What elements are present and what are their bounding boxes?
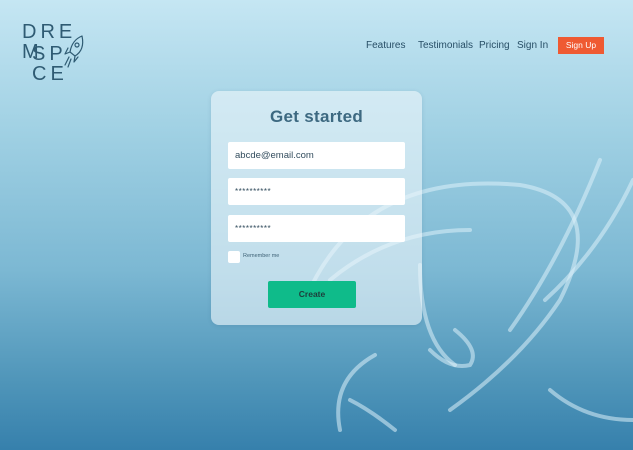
- nav-link-pricing[interactable]: Pricing: [479, 40, 510, 51]
- confirm-password-field[interactable]: [228, 215, 405, 242]
- sign-up-button[interactable]: Sign Up: [558, 37, 604, 54]
- nav-link-sign-in[interactable]: Sign In: [517, 40, 548, 51]
- top-navigation: Features Testimonials Pricing Sign In: [0, 38, 633, 56]
- remember-me-label: Remember me: [243, 253, 280, 259]
- form-title: Get started: [269, 107, 364, 126]
- email-field[interactable]: [228, 142, 405, 169]
- signup-form-card: Get started Remember me Create: [211, 91, 422, 325]
- nav-link-features[interactable]: Features: [366, 40, 405, 51]
- remember-me-checkbox[interactable]: [228, 251, 240, 263]
- password-field[interactable]: [228, 178, 405, 205]
- create-button[interactable]: Create: [268, 281, 356, 308]
- nav-link-testimonials[interactable]: Testimonials: [418, 40, 473, 51]
